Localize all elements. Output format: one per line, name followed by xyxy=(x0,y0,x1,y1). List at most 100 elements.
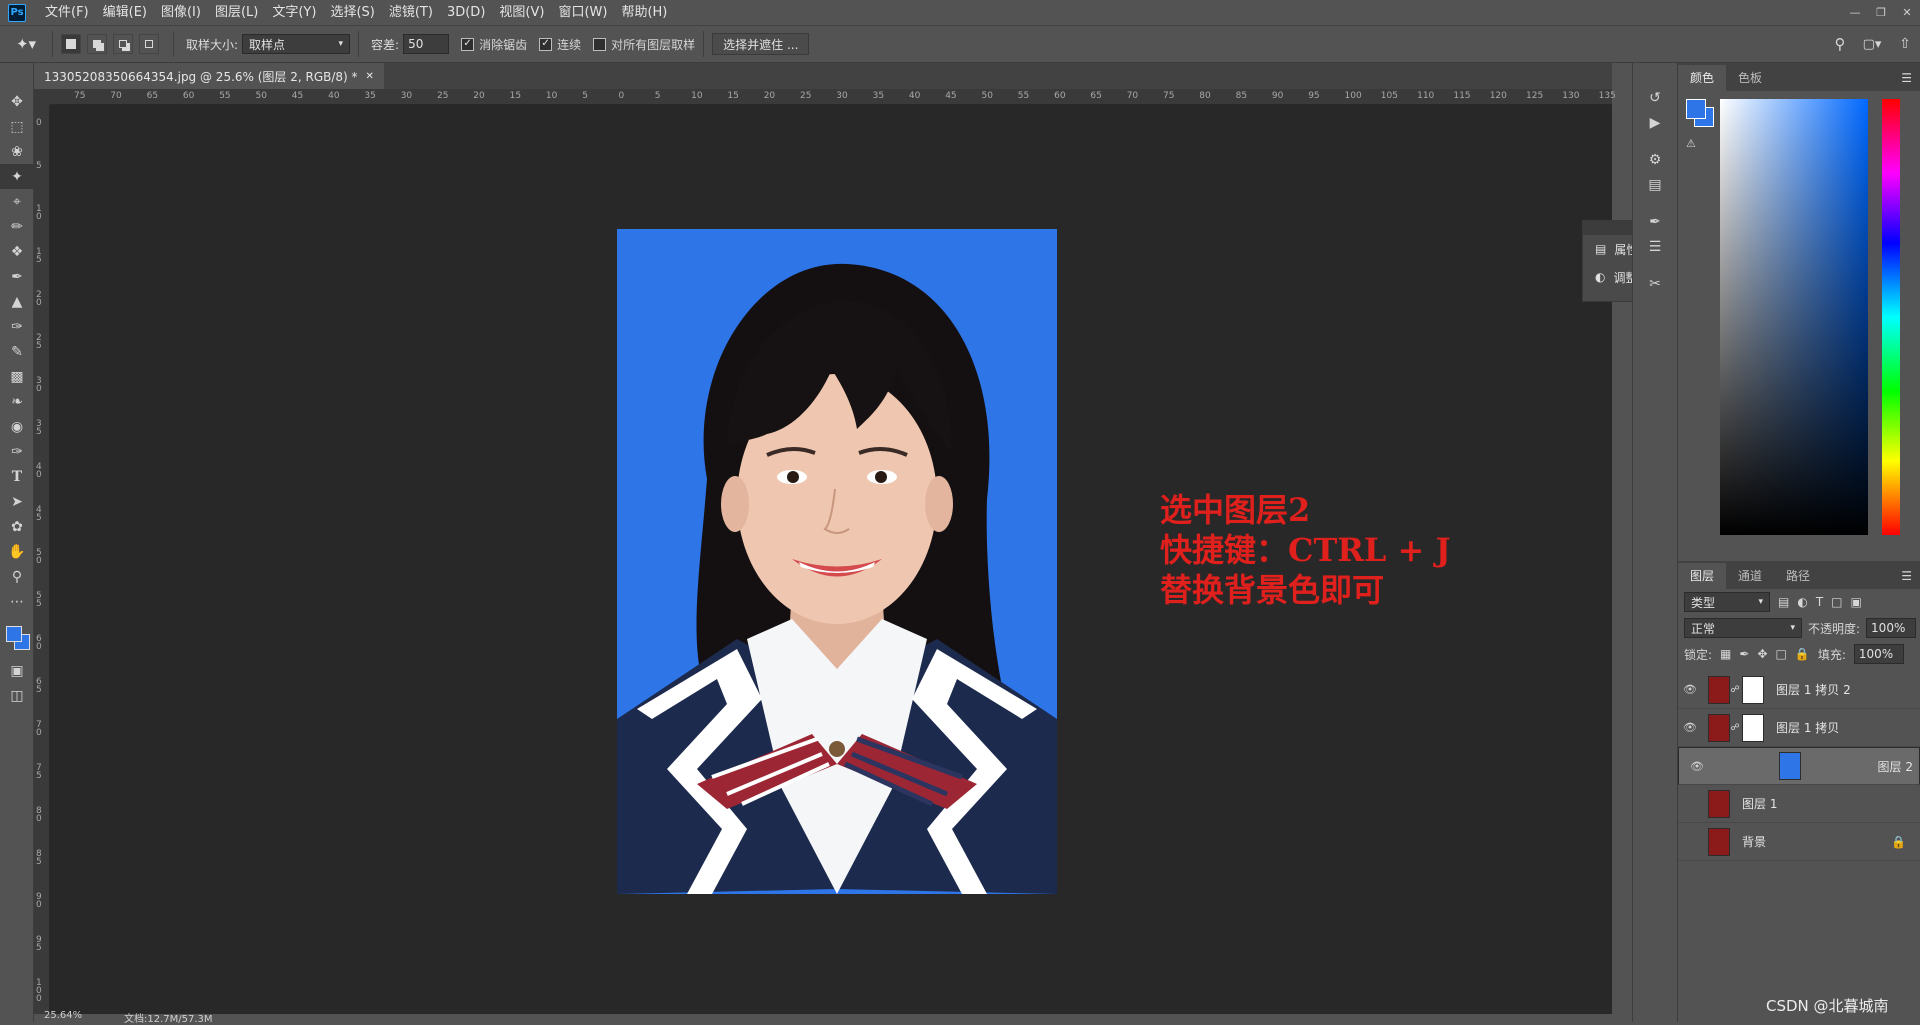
brush-settings-icon[interactable]: ✒ xyxy=(1633,209,1677,234)
zoom-tool-icon[interactable]: ⚲ xyxy=(0,564,34,589)
foreground-color-swatch[interactable] xyxy=(6,626,22,642)
path-selection-tool-icon[interactable]: ➤ xyxy=(0,489,34,514)
select-and-mask-button[interactable]: 选择并遮住 ... xyxy=(712,33,810,55)
type-tool-icon[interactable]: T xyxy=(0,464,34,489)
workspace-icon[interactable]: ▢▾ xyxy=(1854,37,1890,52)
layer-mask-thumbnail[interactable] xyxy=(1742,713,1764,742)
fill-input[interactable]: 100% xyxy=(1853,644,1904,664)
actions-play-icon[interactable]: ▶ xyxy=(1633,110,1677,135)
menu-layer[interactable]: 图层(L) xyxy=(208,0,265,25)
lock-artboard-icon[interactable]: □ xyxy=(1776,647,1787,661)
hand-tool-icon[interactable]: ✋ xyxy=(0,539,34,564)
menu-3d[interactable]: 3D(D) xyxy=(440,0,492,25)
layer-filter-select[interactable]: 类型 ▾ xyxy=(1684,592,1770,612)
color-field[interactable] xyxy=(1720,99,1868,535)
more-tools-icon[interactable]: ⋯ xyxy=(0,589,34,614)
color-swatch-foreground[interactable] xyxy=(1686,99,1706,119)
blur-tool-icon[interactable]: ❧ xyxy=(0,389,34,414)
filter-pixel-icon[interactable]: ▤ xyxy=(1778,595,1789,609)
sliders-icon[interactable]: ☰ xyxy=(1633,234,1677,259)
crop-tool-icon[interactable]: ⌖ xyxy=(0,189,34,214)
intersect-selection-button[interactable] xyxy=(139,34,159,54)
layer-row[interactable]: 👁 ☍ 图层 1 拷贝 xyxy=(1678,709,1920,747)
eyedropper-tool-icon[interactable]: ✏ xyxy=(0,214,34,239)
gradient-tool-icon[interactable]: ▩ xyxy=(0,364,34,389)
canvas-area[interactable]: 选中图层2 快捷键：CTRL + J 替换背景色即可 »✕ ▤ 属性 ◐ 调整 xyxy=(50,105,1660,1014)
quick-mask-icon[interactable]: ▣ xyxy=(0,658,34,683)
tab-paths[interactable]: 路径 xyxy=(1774,563,1822,589)
eye-icon[interactable]: 👁 xyxy=(1678,721,1702,734)
shape-tool-icon[interactable]: ✿ xyxy=(0,514,34,539)
tolerance-input[interactable]: 50 xyxy=(403,34,450,54)
color-swatches[interactable] xyxy=(0,614,33,658)
search-icon[interactable]: ⚲ xyxy=(1826,35,1854,53)
brush-tool-icon[interactable]: ✒ xyxy=(0,264,34,289)
clone-stamp-tool-icon[interactable]: ▲ xyxy=(0,289,34,314)
menu-file[interactable]: 文件(F) xyxy=(38,0,96,25)
zoom-level: 25.64% xyxy=(44,1010,83,1021)
layer-mask-thumbnail[interactable] xyxy=(1742,675,1764,704)
histogram-icon[interactable]: ▤ xyxy=(1633,172,1677,197)
move-tool-icon[interactable]: ✥ xyxy=(0,89,34,114)
marquee-tool-icon[interactable]: ⬚ xyxy=(0,114,34,139)
menu-type[interactable]: 文字(Y) xyxy=(265,0,323,25)
dodge-tool-icon[interactable]: ◉ xyxy=(0,414,34,439)
contiguous-checkbox[interactable]: ✓ 连续 xyxy=(539,36,581,53)
filter-type-icon[interactable]: T xyxy=(1816,595,1823,609)
screen-mode-icon[interactable]: ◫ xyxy=(0,683,34,708)
gear-icon[interactable]: ⚙ xyxy=(1633,147,1677,172)
minimize-icon[interactable]: — xyxy=(1842,0,1868,25)
layer-row[interactable]: 👁 ☍ 图层 1 拷贝 2 xyxy=(1678,671,1920,709)
lasso-tool-icon[interactable]: ❀ xyxy=(0,139,34,164)
history-brush-tool-icon[interactable]: ✑ xyxy=(0,314,34,339)
panel-menu-icon[interactable]: ☰ xyxy=(1901,71,1920,91)
lock-image-icon[interactable]: ✒ xyxy=(1739,647,1749,661)
eye-icon[interactable]: 👁 xyxy=(1678,683,1702,696)
layer-row-selected[interactable]: 👁 图层 2 xyxy=(1678,747,1920,785)
subtract-from-selection-button[interactable] xyxy=(113,34,133,54)
antialias-checkbox[interactable]: ✓ 消除锯齿 xyxy=(461,36,527,53)
new-selection-button[interactable] xyxy=(61,34,81,54)
panel-menu-icon[interactable]: ☰ xyxy=(1901,569,1920,589)
close-tab-icon[interactable]: ✕ xyxy=(366,71,374,82)
eraser-tool-icon[interactable]: ✎ xyxy=(0,339,34,364)
magic-wand-tool-icon[interactable]: ✦ xyxy=(0,164,34,189)
pen-tool-icon[interactable]: ✑ xyxy=(0,439,34,464)
healing-brush-tool-icon[interactable]: ❖ xyxy=(0,239,34,264)
tab-layers[interactable]: 图层 xyxy=(1678,563,1727,589)
filter-shape-icon[interactable]: □ xyxy=(1831,595,1842,609)
share-icon[interactable]: ⇧ xyxy=(1890,36,1920,52)
menu-image[interactable]: 图像(I) xyxy=(154,0,208,25)
menu-window[interactable]: 窗口(W) xyxy=(551,0,614,25)
ruler-tick-label: 95 xyxy=(1308,91,1320,101)
sample-size-select[interactable]: 取样点 ▾ xyxy=(242,34,351,54)
hue-slider[interactable] xyxy=(1882,99,1900,535)
tab-channels[interactable]: 通道 xyxy=(1726,563,1774,589)
ruler-tick-label: 40 xyxy=(908,91,921,101)
filter-smart-icon[interactable]: ▣ xyxy=(1851,595,1862,609)
opacity-input[interactable]: 100% xyxy=(1866,618,1917,638)
magic-wand-tool-preset-icon[interactable]: ✦▾ xyxy=(8,35,44,53)
menu-filter[interactable]: 滤镜(T) xyxy=(382,0,440,25)
filter-adjust-icon[interactable]: ◐ xyxy=(1797,595,1807,609)
sample-all-layers-checkbox[interactable]: 对所有图层取样 xyxy=(593,36,695,53)
eye-icon[interactable]: 👁 xyxy=(1685,760,1709,773)
history-icon[interactable]: ↺ xyxy=(1633,85,1677,110)
lock-position-icon[interactable]: ✥ xyxy=(1757,647,1767,661)
menu-select[interactable]: 选择(S) xyxy=(323,0,381,25)
document-tab[interactable]: 1330520835066435​4.jpg @ 25.6% (图层 2, RG… xyxy=(34,63,384,89)
tab-swatches[interactable]: 色板 xyxy=(1726,65,1774,91)
tab-color[interactable]: 颜色 xyxy=(1678,65,1727,91)
close-icon[interactable]: ✕ xyxy=(1894,0,1920,25)
layer-row[interactable]: 图层 1 xyxy=(1678,785,1920,823)
tool-presets-icon[interactable]: ✂ xyxy=(1633,271,1677,296)
layer-row[interactable]: 背景 🔒 xyxy=(1678,823,1920,861)
restore-icon[interactable]: ❐ xyxy=(1868,0,1894,25)
menu-edit[interactable]: 编辑(E) xyxy=(96,0,154,25)
menu-view[interactable]: 视图(V) xyxy=(492,0,551,25)
add-to-selection-button[interactable] xyxy=(87,34,107,54)
lock-transparent-icon[interactable]: ▦ xyxy=(1720,647,1731,661)
blend-mode-select[interactable]: 正常 ▾ xyxy=(1684,618,1802,638)
menu-help[interactable]: 帮助(H) xyxy=(614,0,674,25)
lock-all-icon[interactable]: 🔒 xyxy=(1795,647,1810,661)
